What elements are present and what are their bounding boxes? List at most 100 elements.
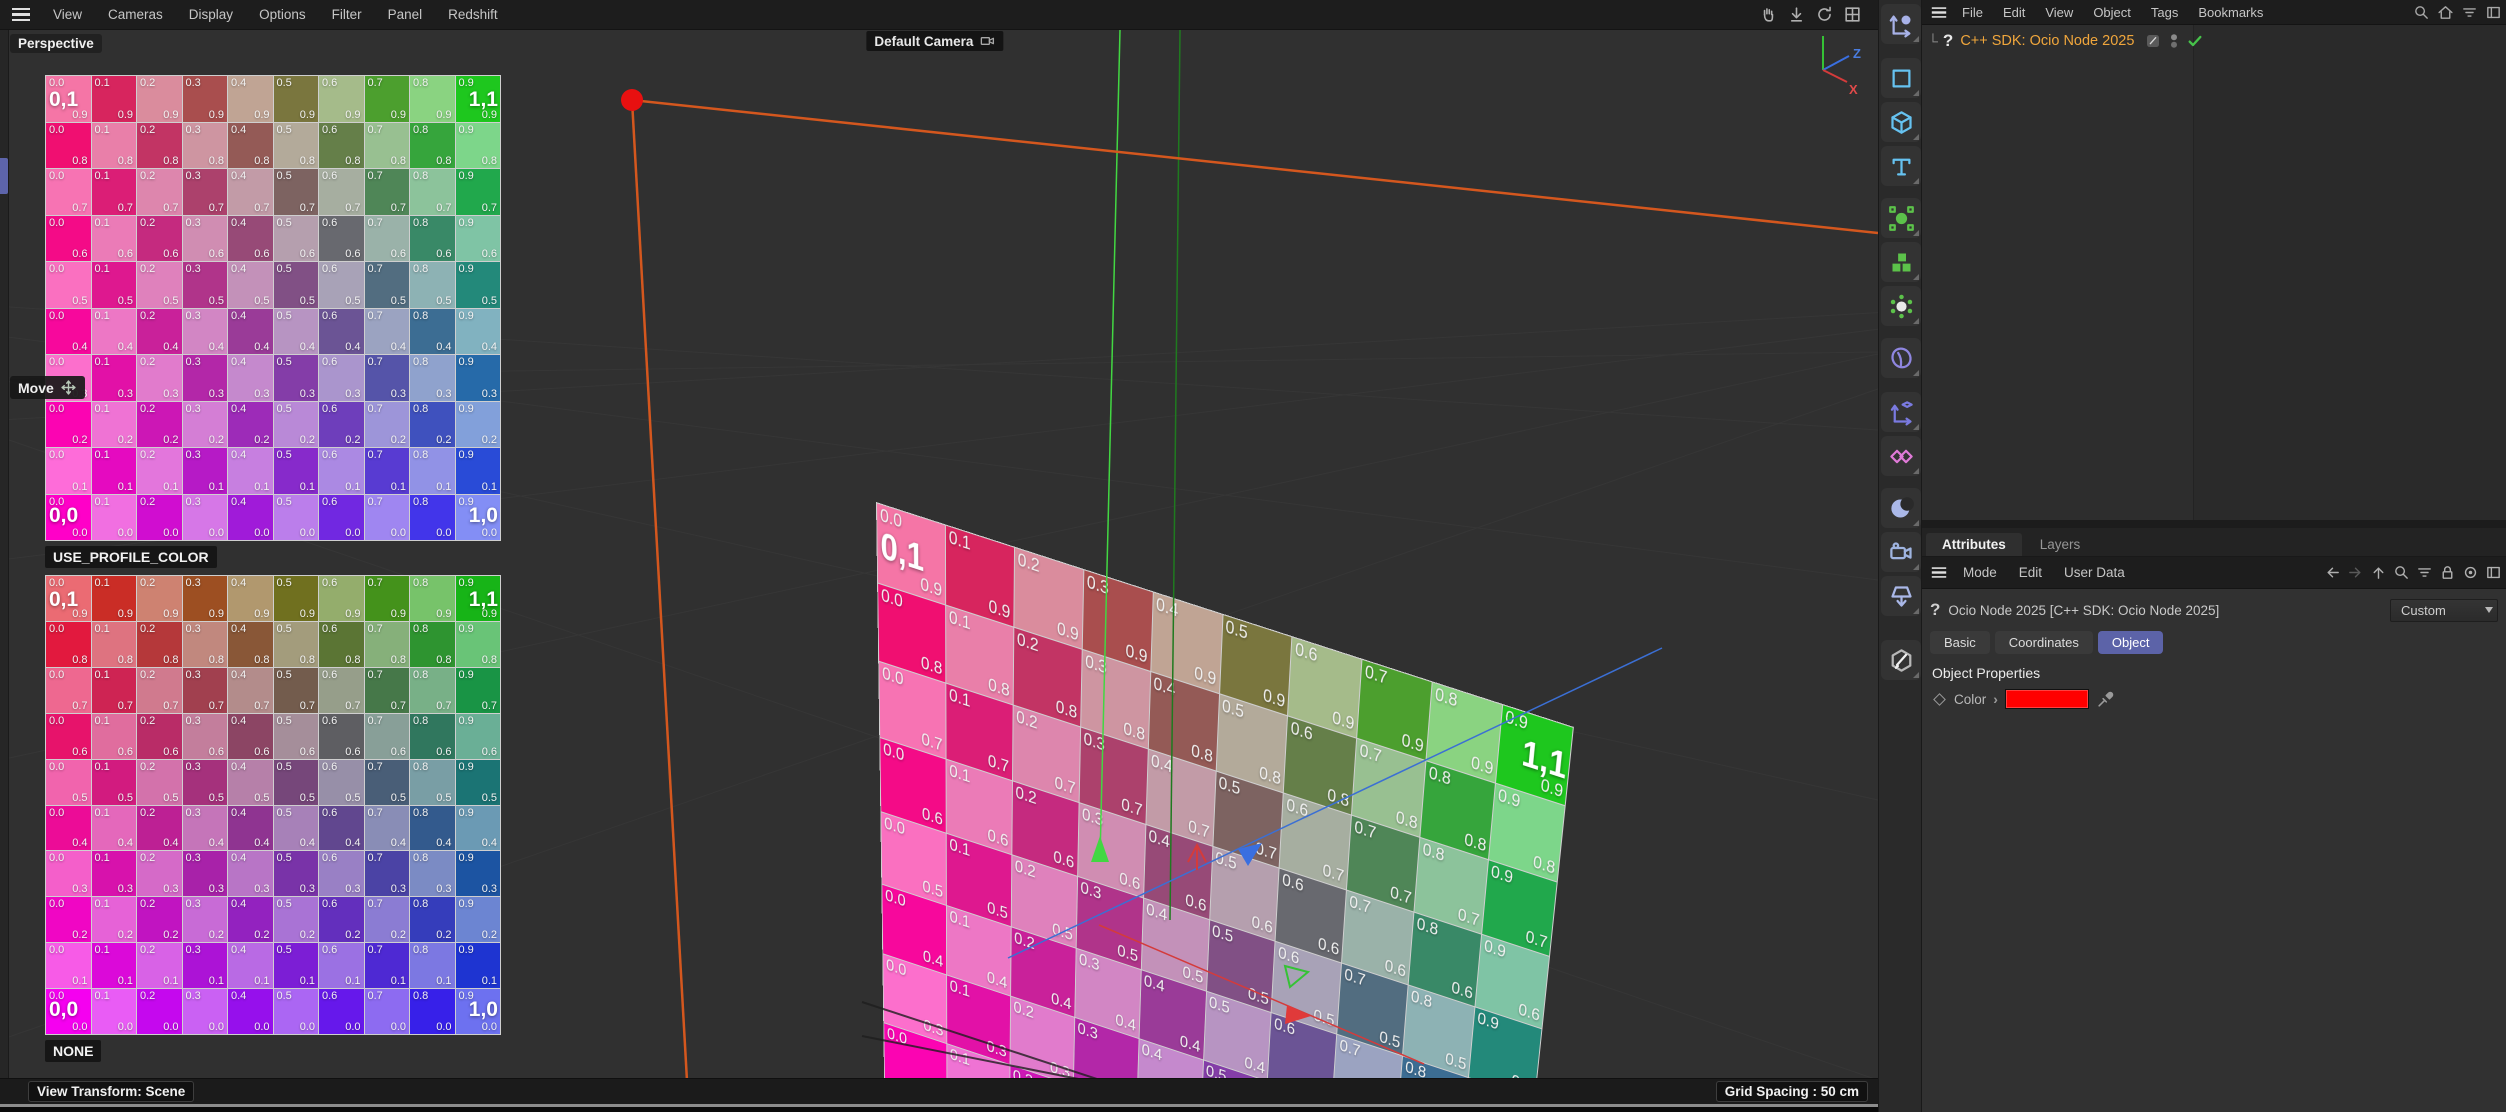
object-manager-menu-icon[interactable] — [1932, 7, 1946, 17]
symmetry-tool-button[interactable] — [1881, 436, 1921, 476]
lock-icon[interactable] — [2439, 564, 2456, 581]
camera-frame-icon[interactable] — [979, 33, 995, 49]
grid-cell: 0.50.4 — [274, 309, 319, 355]
y-axis-handle[interactable] — [1091, 836, 1109, 862]
grid-cell: 0.80.3 — [410, 851, 455, 896]
cell-y-label: 0.3 — [254, 388, 269, 400]
stage-tool-button[interactable] — [1881, 576, 1921, 616]
eyedropper-icon[interactable] — [2096, 690, 2115, 709]
object-manager-menu-tags[interactable]: Tags — [2141, 0, 2188, 25]
grid-cell: 0.20.3 — [137, 355, 182, 401]
cell-y-label: 0.5 — [209, 295, 224, 307]
home-icon[interactable] — [2437, 4, 2454, 21]
x-axis-handle[interactable] — [1285, 1005, 1311, 1024]
object-manager[interactable]: └ ? C++ SDK: Ocio Node 2025 — [1922, 25, 2506, 520]
plane-handle[interactable] — [1285, 966, 1308, 987]
target-icon[interactable] — [2462, 564, 2479, 581]
left-dock-selected-item[interactable] — [0, 158, 8, 194]
filter-icon[interactable] — [2416, 564, 2433, 581]
cell-x-label: 0.4 — [231, 310, 246, 322]
viewport-menu-panel[interactable]: Panel — [375, 0, 436, 30]
sync-icon[interactable] — [1815, 5, 1834, 24]
layout-grid-icon[interactable] — [1843, 5, 1862, 24]
grid-cell: 0.80.0 — [410, 495, 455, 541]
back-arrow-icon[interactable] — [2324, 564, 2341, 581]
panel-icon[interactable] — [2485, 4, 2502, 21]
edit-mesh-tool-button[interactable] — [1881, 640, 1921, 680]
cell-y-label: 0.3 — [163, 388, 178, 400]
text-tool-button[interactable] — [1881, 146, 1921, 186]
environment-sphere-tool-button[interactable] — [1881, 488, 1921, 528]
edit-badge-icon[interactable] — [2145, 33, 2161, 49]
point-selection-tool-button[interactable] — [1881, 198, 1921, 238]
attributes-menu-edit[interactable]: Edit — [2008, 557, 2053, 589]
preset-dropdown[interactable]: Custom — [2390, 599, 2498, 622]
object-row[interactable]: └ ? C++ SDK: Ocio Node 2025 — [1928, 29, 2203, 53]
visibility-dots-icon[interactable] — [2165, 32, 2183, 50]
cell-y-label: 0.6 — [482, 746, 497, 758]
attributes-menu-mode[interactable]: Mode — [1952, 557, 2008, 589]
object-manager-menu-bookmarks[interactable]: Bookmarks — [2188, 0, 2273, 25]
panel-splitter[interactable] — [1922, 520, 2506, 528]
section-tab-basic[interactable]: Basic — [1930, 631, 1990, 654]
tab-layers[interactable]: Layers — [2024, 533, 2097, 556]
up-arrow-icon[interactable] — [2370, 564, 2387, 581]
rectangle-spline-tool-button[interactable] — [1881, 58, 1921, 98]
chevron-right-icon[interactable]: › — [1993, 691, 1998, 707]
grid-cell: 0.30.2 — [183, 897, 228, 942]
viewport-menu-cameras[interactable]: Cameras — [95, 0, 176, 30]
viewport-menu-display[interactable]: Display — [176, 0, 246, 30]
color-swatch[interactable] — [2005, 689, 2089, 709]
generator-gear-tool-button[interactable] — [1881, 286, 1921, 326]
viewport-3d[interactable]: 0.00.90,10.10.90.20.90.30.90.40.90.50.90… — [0, 0, 1878, 1112]
object-manager-menu-view[interactable]: View — [2035, 0, 2083, 25]
object-manager-menu-file[interactable]: File — [1952, 0, 1993, 25]
grid-cell: 0.90.3 — [456, 355, 501, 401]
download-arrow-icon[interactable] — [1787, 5, 1806, 24]
search-icon[interactable] — [2393, 564, 2410, 581]
cell-y-label: 0.1 — [118, 481, 133, 493]
viewport-menu-redshift[interactable]: Redshift — [435, 0, 511, 30]
viewport-menu-icon[interactable] — [12, 8, 30, 21]
plugin-object-icon[interactable]: ? — [1941, 31, 1955, 51]
grid-cell: 0.60.3 — [319, 851, 364, 896]
axis-cube-tool-button[interactable] — [1881, 392, 1921, 432]
camera-tool-button[interactable] — [1881, 532, 1921, 572]
panel-icon[interactable] — [2485, 564, 2502, 581]
section-tab-coordinates[interactable]: Coordinates — [1995, 631, 2093, 654]
forward-arrow-icon[interactable] — [2347, 564, 2364, 581]
object-manager-menu-object[interactable]: Object — [2083, 0, 2141, 25]
move-axes-tool-button[interactable] — [1881, 4, 1921, 44]
tab-attributes[interactable]: Attributes — [1926, 533, 2022, 556]
filter-icon[interactable] — [2461, 4, 2478, 21]
color-grid-use-profile-color: 0.00.90,10.10.90.20.90.30.90.40.90.50.90… — [45, 75, 501, 541]
cell-y-label: 0.4 — [345, 837, 360, 849]
viewport-name-label[interactable]: Perspective — [10, 34, 102, 53]
camera-selector[interactable]: Default Camera — [866, 31, 1003, 51]
search-icon[interactable] — [2413, 4, 2430, 21]
attributes-menu-user-data[interactable]: User Data — [2053, 557, 2136, 589]
deformer-blob-tool-button[interactable] — [1881, 338, 1921, 378]
attributes-menu-icon[interactable] — [1932, 567, 1946, 577]
cell-y-label: 0.4 — [209, 837, 224, 849]
keyframe-diamond-icon[interactable] — [1933, 693, 1946, 706]
cell-x-label: 0.4 — [231, 449, 246, 461]
pan-hand-icon[interactable] — [1759, 5, 1778, 24]
cell-y-label: 0.7 — [482, 202, 497, 214]
object-name[interactable]: C++ SDK: Ocio Node 2025 — [1960, 33, 2134, 49]
viewport-menu-filter[interactable]: Filter — [319, 0, 375, 30]
cell-y-label: 0.2 — [436, 929, 451, 941]
cell-x-label: 0.0 — [49, 124, 64, 136]
viewport-menu-view[interactable]: View — [40, 0, 95, 30]
viewport-menu-options[interactable]: Options — [246, 0, 319, 30]
spline-point-handle[interactable] — [621, 89, 643, 111]
grid-cell: 0.20.2 — [137, 402, 182, 448]
check-icon[interactable] — [2187, 33, 2203, 49]
array-cubes-tool-button[interactable] — [1881, 242, 1921, 282]
grid-cell: 0.40.2 — [228, 897, 273, 942]
section-tab-object[interactable]: Object — [2098, 631, 2164, 654]
grid-cell: 0.40.0 — [228, 989, 273, 1034]
grid-cell: 0.10.3 — [92, 355, 137, 401]
object-manager-menu-edit[interactable]: Edit — [1993, 0, 2035, 25]
cube-tool-button[interactable] — [1881, 102, 1921, 142]
